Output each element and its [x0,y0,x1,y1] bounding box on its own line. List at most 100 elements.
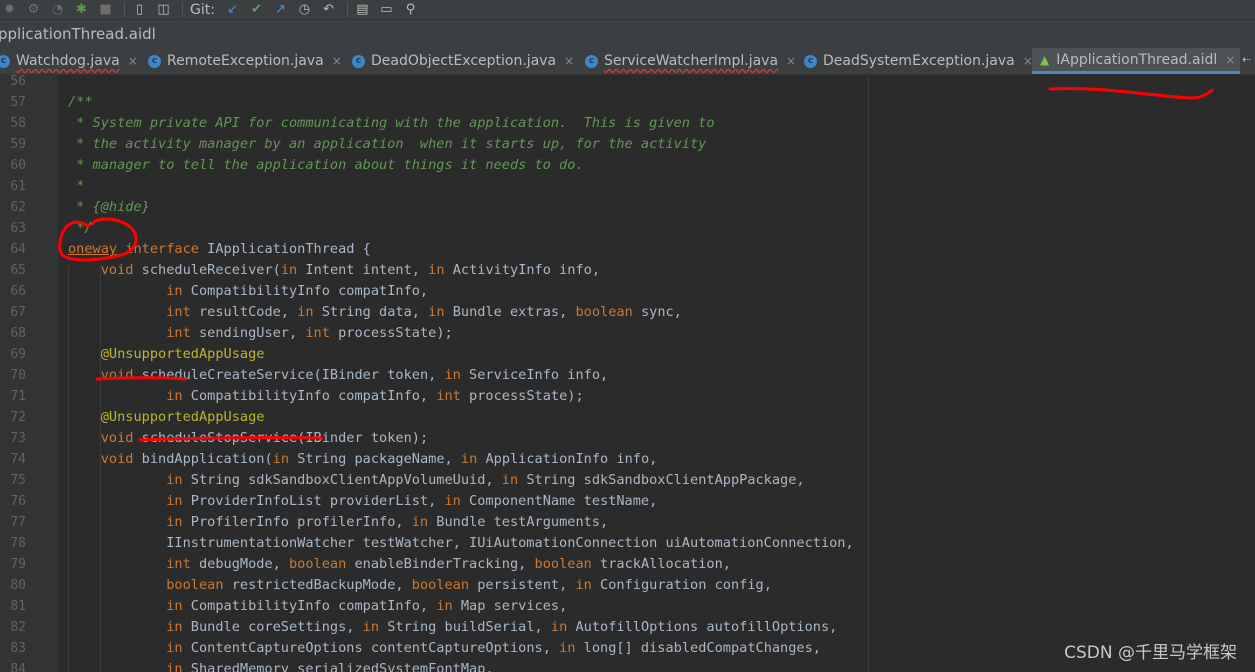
code-token: Configuration config, [591,577,772,593]
code-text: void scheduleCreateService(IBinder token… [68,365,608,386]
code-token: oneway [68,241,118,257]
main-toolbar: ✹ ⚙ ◔ ✱ ■ ▯ ◫ Git: ↙ ✔ ↗ ◷ ↶ ▤ ▭ ⚲ [0,0,1255,19]
code-token: in [444,493,461,509]
code-token: Bundle coreSettings, [182,619,363,635]
code-token: in [272,451,290,467]
class-icon: c [0,54,10,68]
gauge-icon[interactable]: ◔ [50,2,65,17]
code-token: in [166,472,183,488]
code-text: * [68,176,84,197]
tab-dead-object-exception[interactable]: c DeadObjectException.java × [352,48,574,74]
code-text: @UnsupportedAppUsage [68,344,265,365]
code-text: boolean restrictedBackupMode, boolean pe… [68,575,772,596]
code-token: long[] disabledCompatChanges, [575,640,821,656]
code-text: IInstrumentationWatcher testWatcher, IUi… [68,533,853,554]
layout-icon[interactable]: ▭ [379,2,394,17]
close-icon[interactable]: × [128,54,138,68]
code-token: Intent intent, [297,262,429,278]
project-structure-icon[interactable]: ▤ [355,2,370,17]
code-token: void [100,451,134,467]
code-token: sync, [632,304,682,320]
tab-iapplication-thread[interactable]: ▲ IApplicationThread.aidl × [1032,48,1240,74]
close-icon[interactable]: × [1225,53,1235,67]
close-icon[interactable]: × [786,54,796,68]
deploy-icon[interactable]: ◫ [156,2,171,17]
line-number: 84 [10,662,26,672]
code-token: CompatibilityInfo compatInfo, [182,598,437,614]
line-number: 75 [10,473,26,488]
close-icon[interactable]: × [564,54,574,68]
editor-tabs: c Watchdog.java × c RemoteException.java… [0,48,1255,75]
android-icon: ▲ [1040,52,1050,67]
code-token: @UnsupportedAppUsage [100,346,265,362]
code-token: in [460,451,478,467]
code-text: in SharedMemory serializedSystemFontMap, [68,659,493,672]
code-token: ProviderInfoList providerList, [182,493,445,509]
toolbar-divider [346,2,348,17]
line-number: 82 [10,620,26,635]
tab-watchdog[interactable]: c Watchdog.java × [0,48,138,74]
code-text: in ContentCaptureOptions contentCaptureO… [68,638,821,659]
tab-service-watcher-impl[interactable]: c ServiceWatcherImpl.java × [585,48,796,74]
device-file-icon[interactable]: ▯ [132,2,147,17]
line-number: 83 [10,641,26,656]
code-token: String sdkSandboxClientAppVolumeUuid, [182,472,502,488]
code-token: * System private API for communicating w… [68,115,715,131]
tab-label: IApplicationThread.aidl [1056,51,1218,68]
code-token: Bundle testArguments, [428,514,609,530]
code-token: * the activity manager by an application… [68,136,707,152]
line-number: 71 [10,389,26,404]
code-text: * manager to tell the application about … [68,155,583,176]
stop-icon[interactable]: ■ [98,2,113,17]
line-number: 68 [10,326,26,341]
indent-guide [100,265,101,672]
code-text: oneway interface IApplicationThread { [68,239,371,260]
code-token: String buildSerial, [379,619,551,635]
line-number: 58 [10,116,26,131]
code-token: IApplicationThread { [198,241,371,257]
window-title: pplicationThread.aidl [0,25,156,43]
code-text: int sendingUser, int processState); [68,323,452,344]
code-token: debugMode, [190,556,289,572]
tab-overflow-icon[interactable]: ⇠ [1242,53,1251,66]
code-text: void scheduleStopService(IBinder token); [68,428,428,449]
search-icon[interactable]: ⚲ [403,2,418,17]
code-token: in [559,640,576,656]
line-number: 80 [10,578,26,593]
code-token: resultCode, [190,304,298,320]
code-text: in String sdkSandboxClientAppVolumeUuid,… [68,470,804,491]
bug-icon[interactable]: ✹ [2,2,17,17]
code-text: * System private API for communicating w… [68,113,715,134]
tab-label: ServiceWatcherImpl.java [604,53,779,69]
tab-remote-exception[interactable]: c RemoteException.java × [148,48,342,74]
code-token: boolean [575,304,633,320]
code-token: in [166,514,183,530]
code-text: int debugMode, boolean enableBinderTrack… [68,554,731,575]
update-icon[interactable]: ↙ [225,2,240,17]
code-token: in [411,514,429,530]
tab-dead-system-exception[interactable]: c DeadSystemException.java × [804,48,1033,74]
commit-icon[interactable]: ✔ [249,2,264,17]
code-token: in [575,577,592,593]
push-icon[interactable]: ↗ [273,2,288,17]
code-editor[interactable]: 56 57 /** 58 * System private API for commu… [0,75,1255,672]
class-icon: c [804,54,817,68]
close-icon[interactable]: × [332,54,342,68]
line-number: 70 [10,368,26,383]
profiler-icon[interactable]: ⚙ [26,2,41,17]
android-run-icon[interactable]: ✱ [74,2,89,17]
history-icon[interactable]: ◷ [297,2,312,17]
rollback-icon[interactable]: ↶ [321,2,336,17]
code-token: in [436,598,453,614]
code-text: in ProfilerInfo profilerInfo, in Bundle … [68,512,608,533]
code-text: void scheduleReceiver(in Intent intent, … [68,260,600,281]
line-number: 78 [10,536,26,551]
code-token: ComponentName testName, [460,493,658,509]
